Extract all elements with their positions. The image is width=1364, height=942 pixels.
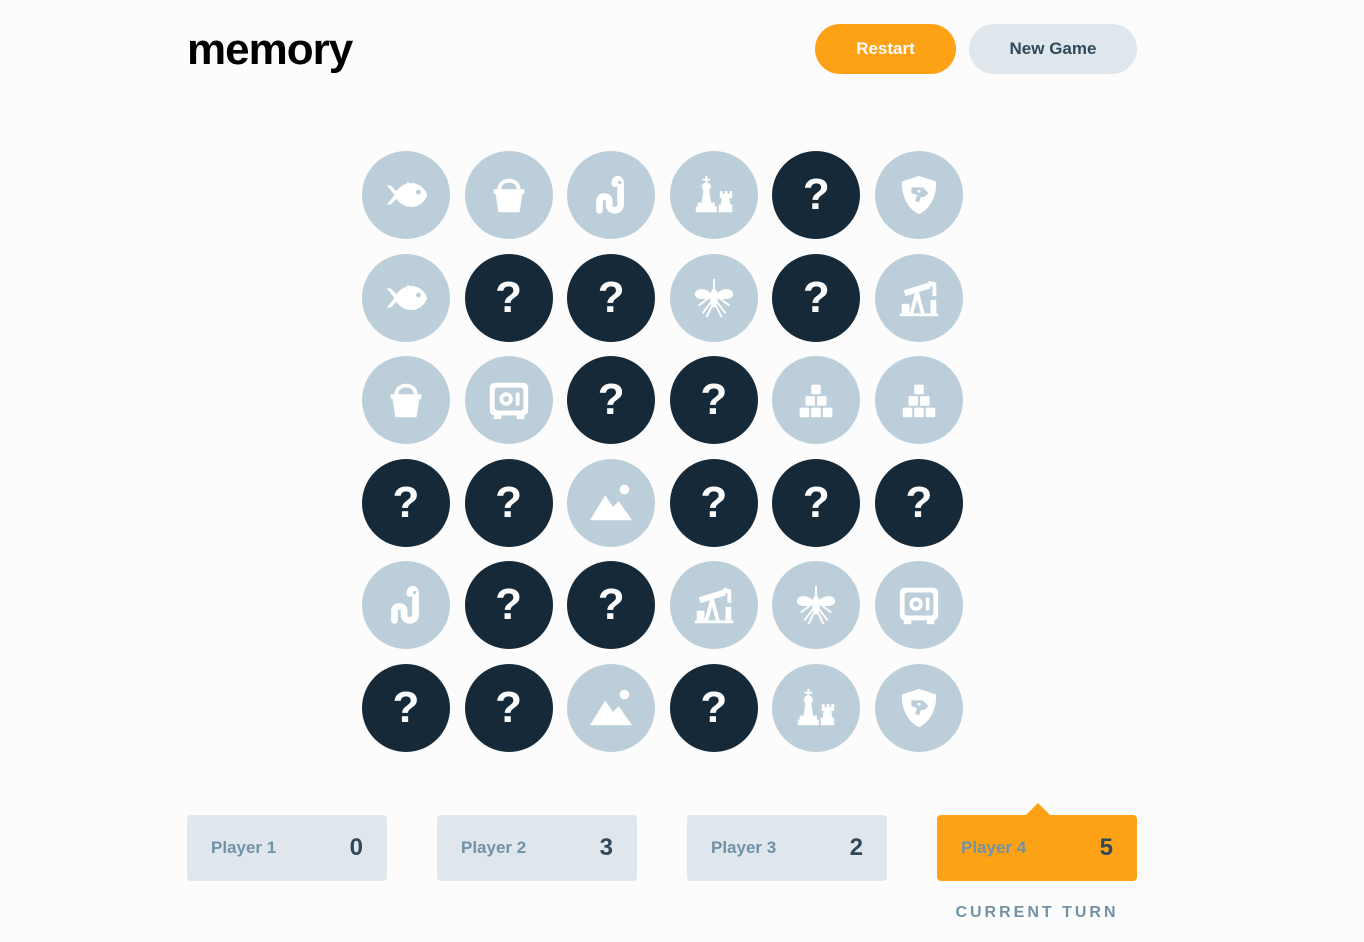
dog-shield-icon: [896, 685, 942, 731]
player-card-2: Player 2 3: [437, 815, 637, 881]
player-name: Player 2: [461, 838, 527, 857]
bucket-icon: [383, 377, 429, 423]
question-mark: ?: [392, 477, 420, 527]
matched-tile-cubes[interactable]: [874, 356, 963, 445]
matched-tile-mountain[interactable]: [567, 663, 656, 752]
hidden-tile[interactable]: ?: [464, 561, 553, 650]
safe-icon: [896, 582, 942, 628]
question-mark: ?: [495, 580, 523, 630]
hidden-tile[interactable]: ?: [669, 356, 758, 445]
worm-icon: [383, 582, 429, 628]
hidden-tile[interactable]: ?: [567, 561, 656, 650]
safe-icon: [486, 377, 532, 423]
hidden-tile[interactable]: ?: [464, 253, 553, 342]
matched-tile-dog-shield[interactable]: [874, 151, 963, 239]
hidden-tile[interactable]: ?: [464, 663, 553, 752]
question-mark: ?: [802, 170, 830, 219]
question-mark: ?: [495, 682, 523, 732]
question-mark: ?: [700, 375, 728, 425]
matched-tile-cubes[interactable]: [772, 356, 861, 445]
cubes-icon: [793, 377, 839, 423]
hidden-tile[interactable]: ?: [669, 663, 758, 752]
game-board: ????????????????: [362, 151, 963, 752]
hidden-tile[interactable]: ?: [362, 458, 450, 547]
player-score: 3: [599, 834, 613, 861]
matched-tile-oil-pump[interactable]: [874, 253, 963, 342]
question-mark: ?: [905, 477, 933, 527]
player-card-4: Player 4 5: [937, 815, 1137, 881]
oil-pump-icon: [691, 582, 737, 628]
question-mark: ?: [597, 580, 625, 630]
matched-tile-mountain[interactable]: [567, 458, 656, 547]
player-score: 0: [349, 834, 363, 861]
player-score: 2: [849, 834, 863, 861]
mosquito-icon: [691, 275, 737, 321]
player-score: 5: [1099, 834, 1113, 861]
matched-tile-safe[interactable]: [874, 561, 963, 650]
chess-icon: [691, 172, 737, 218]
hidden-tile[interactable]: ?: [772, 458, 861, 547]
hidden-tile[interactable]: ?: [669, 458, 758, 547]
question-mark: ?: [700, 682, 728, 732]
matched-tile-safe[interactable]: [464, 356, 553, 445]
fish-icon: [383, 275, 429, 321]
hidden-tile[interactable]: ?: [464, 458, 553, 547]
hidden-tile[interactable]: ?: [772, 253, 861, 342]
matched-tile-oil-pump[interactable]: [669, 561, 758, 650]
question-mark: ?: [700, 477, 728, 527]
app-logo: memory: [187, 25, 353, 74]
hidden-tile[interactable]: ?: [362, 663, 450, 752]
cubes-icon: [896, 377, 942, 423]
matched-tile-fish[interactable]: [362, 253, 450, 342]
hidden-tile[interactable]: ?: [874, 458, 963, 547]
hidden-tile[interactable]: ?: [567, 253, 656, 342]
matched-tile-worm[interactable]: [567, 151, 656, 239]
matched-tile-mosquito[interactable]: [772, 561, 861, 650]
mountain-icon: [588, 480, 634, 526]
matched-tile-bucket[interactable]: [464, 151, 553, 239]
question-mark: ?: [495, 272, 523, 322]
player-name: Player 4: [961, 838, 1027, 857]
matched-tile-bucket[interactable]: [362, 356, 450, 445]
matched-tile-fish[interactable]: [362, 151, 450, 239]
question-mark: ?: [802, 272, 830, 322]
chess-icon: [793, 685, 839, 731]
dog-shield-icon: [896, 172, 942, 218]
current-turn-indicator: [1026, 803, 1050, 815]
mountain-icon: [588, 685, 634, 731]
question-mark: ?: [495, 477, 523, 527]
new-game-button[interactable]: New Game: [969, 24, 1137, 74]
matched-tile-worm[interactable]: [362, 561, 450, 650]
player-name: Player 1: [211, 838, 277, 857]
player-name: Player 3: [711, 838, 777, 857]
question-mark: ?: [392, 682, 420, 732]
matched-tile-chess[interactable]: [772, 663, 861, 752]
hidden-tile[interactable]: ?: [772, 151, 861, 239]
player-card-1: Player 1 0: [187, 815, 387, 881]
player-card-3: Player 3 2: [687, 815, 887, 881]
question-mark: ?: [597, 272, 625, 322]
worm-icon: [588, 172, 634, 218]
current-turn-label: CURRENT TURN: [955, 904, 1119, 921]
question-mark: ?: [597, 375, 625, 425]
hidden-tile[interactable]: ?: [567, 356, 656, 445]
question-mark: ?: [802, 477, 830, 527]
matched-tile-mosquito[interactable]: [669, 253, 758, 342]
oil-pump-icon: [896, 275, 942, 321]
mosquito-icon: [793, 582, 839, 628]
bucket-icon: [486, 172, 532, 218]
matched-tile-chess[interactable]: [669, 151, 758, 239]
matched-tile-dog-shield[interactable]: [874, 663, 963, 752]
restart-button[interactable]: Restart: [815, 24, 956, 74]
fish-icon: [383, 172, 429, 218]
